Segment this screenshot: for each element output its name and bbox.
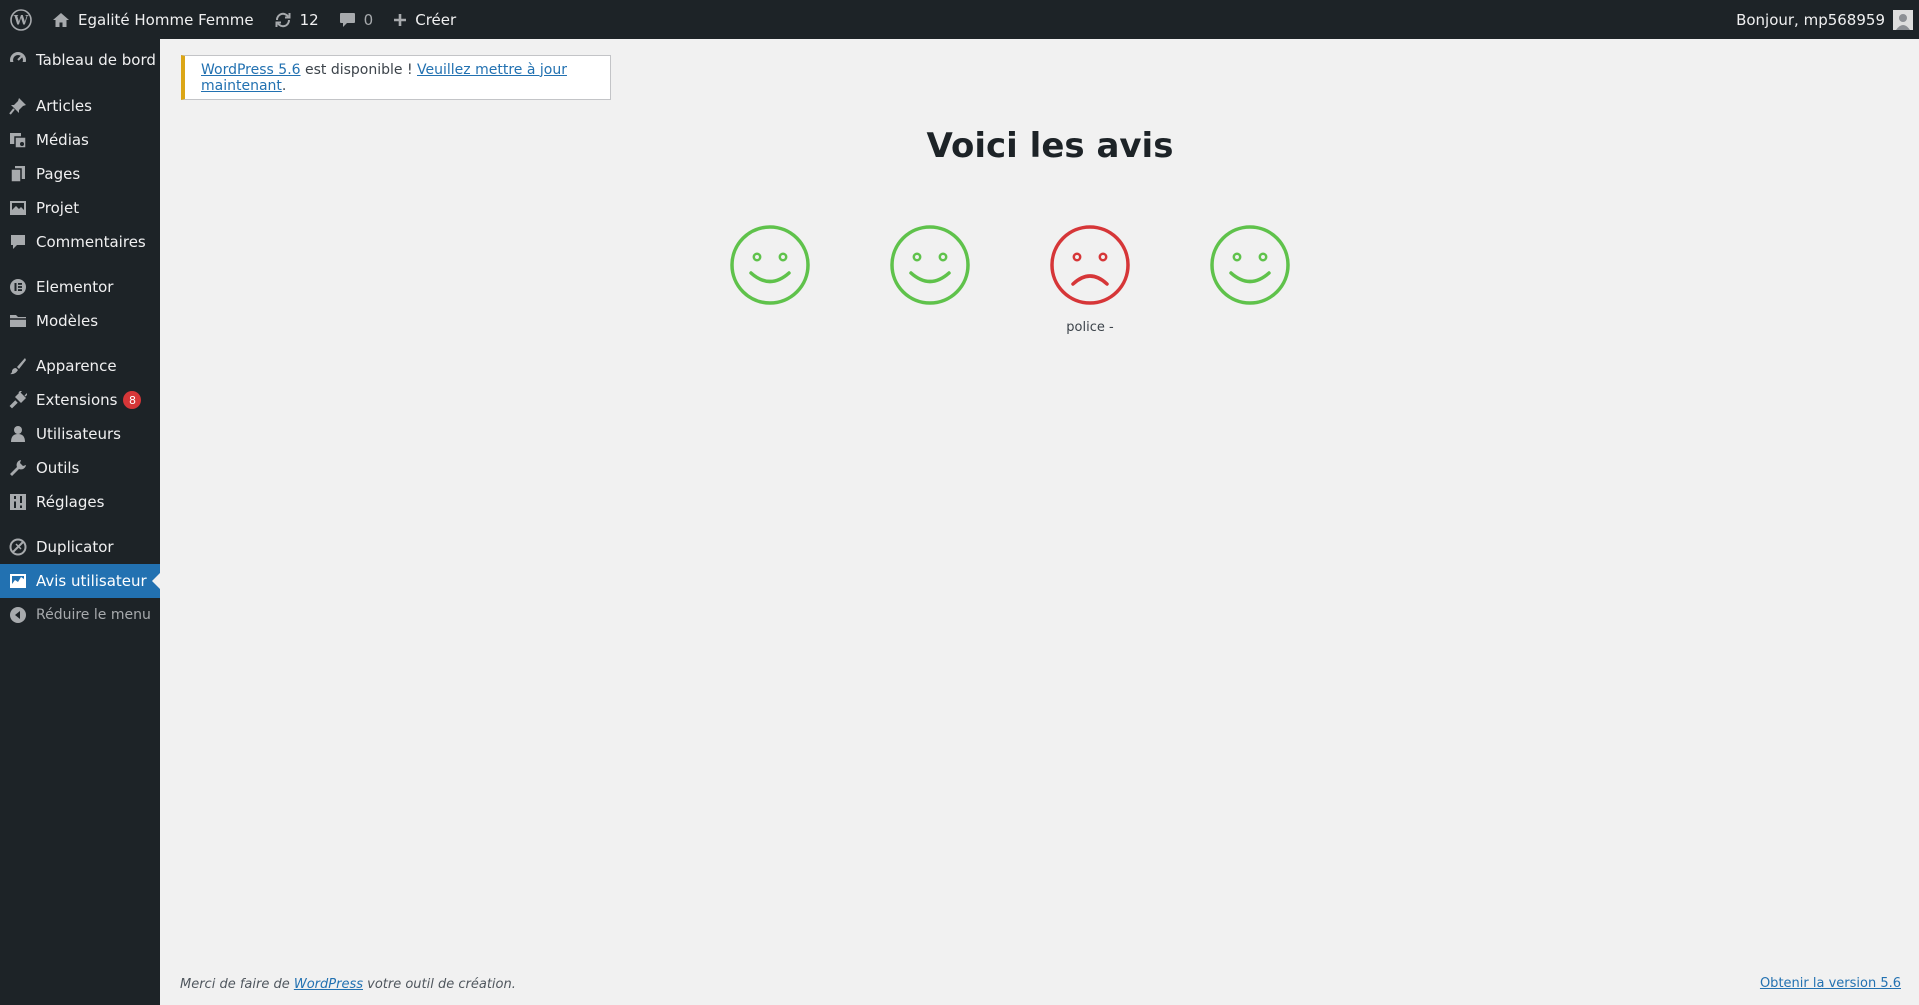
settings-icon [0,493,36,511]
sidebar-item-commentaires[interactable]: Commentaires [0,225,160,259]
collapse-menu-button[interactable]: Réduire le menu [0,598,160,632]
folder-icon [0,312,36,330]
footer-thankyou: Merci de faire de WordPress votre outil … [180,977,516,992]
happy-face-icon [1210,225,1290,305]
admin-sidebar: Tableau de bord Articles Médias Pages Pr… [0,39,160,1005]
collapse-icon [0,606,36,624]
sidebar-item-label: Elementor [36,278,114,296]
sidebar-item-medias[interactable]: Médias [0,123,160,157]
home-icon [52,12,70,28]
new-content-link[interactable]: Créer [383,0,466,39]
sidebar-item-label: Tableau de bord [36,51,156,69]
user-icon [0,425,36,443]
review-smiley [1207,224,1293,320]
pages-icon [0,165,36,183]
new-label: Créer [415,10,457,29]
update-notice: WordPress 5.6 est disponible ! Veuillez … [181,55,611,100]
svg-text:W: W [13,13,29,28]
portfolio-icon [0,199,36,217]
update-count-badge: 8 [123,391,142,409]
dashboard-icon [0,51,36,69]
happy-face-icon [730,225,810,305]
footer-wordpress-link[interactable]: WordPress [294,977,363,992]
avatar [1893,9,1913,30]
notice-end: . [281,77,287,94]
duplicator-icon [0,538,36,556]
updates-link[interactable]: 12 [264,0,329,39]
media-icon [0,131,36,149]
wordpress-version-link[interactable]: WordPress 5.6 [201,62,301,78]
plus-icon [393,13,407,27]
my-account-link[interactable]: Bonjour, mp568959 [1726,0,1919,39]
sidebar-item-label: Réduire le menu [36,607,151,623]
sidebar-item-label: Projet [36,199,80,217]
comments-count: 0 [363,10,374,29]
happy-face-icon [890,225,970,305]
page-title: Voici les avis [926,126,1174,166]
sidebar-item-pages[interactable]: Pages [0,157,160,191]
review-smiley [727,224,813,320]
review-caption: police - [1066,320,1114,335]
site-name-link[interactable]: Egalité Homme Femme [42,0,264,39]
review-smiley [887,224,973,320]
plugin-icon [0,391,36,409]
sidebar-item-label: Extensions [36,391,118,409]
review-smiley: police - [1047,224,1133,335]
updates-count: 12 [299,10,319,29]
wrench-icon [0,459,36,477]
wordpress-logo-icon[interactable]: W [0,0,42,39]
comment-icon [0,233,36,251]
site-name: Egalité Homme Femme [78,10,254,29]
sidebar-item-label: Médias [36,131,89,149]
sidebar-item-articles[interactable]: Articles [0,89,160,123]
sidebar-item-modeles[interactable]: Modèles [0,304,160,338]
sidebar-item-extensions[interactable]: Extensions 8 [0,383,160,417]
sidebar-item-label: Réglages [36,493,105,511]
chart-icon [0,572,36,590]
sidebar-item-label: Articles [36,97,92,115]
sidebar-item-label: Avis utilisateur [36,572,147,590]
get-version-link[interactable]: Obtenir la version 5.6 [1760,976,1901,991]
sidebar-item-label: Utilisateurs [36,425,121,443]
admin-bar: W Egalité Homme Femme 12 0 Créer Bonjour… [0,0,1919,39]
sidebar-item-apparence[interactable]: Apparence [0,349,160,383]
sidebar-item-dashboard[interactable]: Tableau de bord [0,43,160,77]
sidebar-item-label: Outils [36,459,80,477]
notice-text: est disponible ! [300,61,418,78]
refresh-icon [274,11,292,29]
sidebar-item-avis-utilisateur[interactable]: Avis utilisateur [0,564,160,598]
sidebar-item-outils[interactable]: Outils [0,451,160,485]
elementor-icon [0,278,36,296]
sidebar-item-label: Duplicator [36,538,114,556]
pin-icon [0,97,36,115]
sidebar-item-projet[interactable]: Projet [0,191,160,225]
brush-icon [0,357,36,375]
comments-link[interactable]: 0 [329,0,384,39]
greeting: Bonjour, mp568959 [1736,10,1885,29]
footer-text: Merci de faire de [180,977,294,992]
footer-text: votre outil de création. [363,977,516,992]
sidebar-item-label: Pages [36,165,81,183]
sidebar-item-label: Apparence [36,357,117,375]
sidebar-item-reglages[interactable]: Réglages [0,485,160,519]
sidebar-item-utilisateurs[interactable]: Utilisateurs [0,417,160,451]
comment-bubble-icon [339,12,356,28]
sidebar-item-label: Commentaires [36,233,146,251]
sidebar-item-elementor[interactable]: Elementor [0,270,160,304]
sidebar-item-duplicator[interactable]: Duplicator [0,530,160,564]
sad-face-icon [1050,225,1130,305]
sidebar-item-label: Modèles [36,312,99,330]
